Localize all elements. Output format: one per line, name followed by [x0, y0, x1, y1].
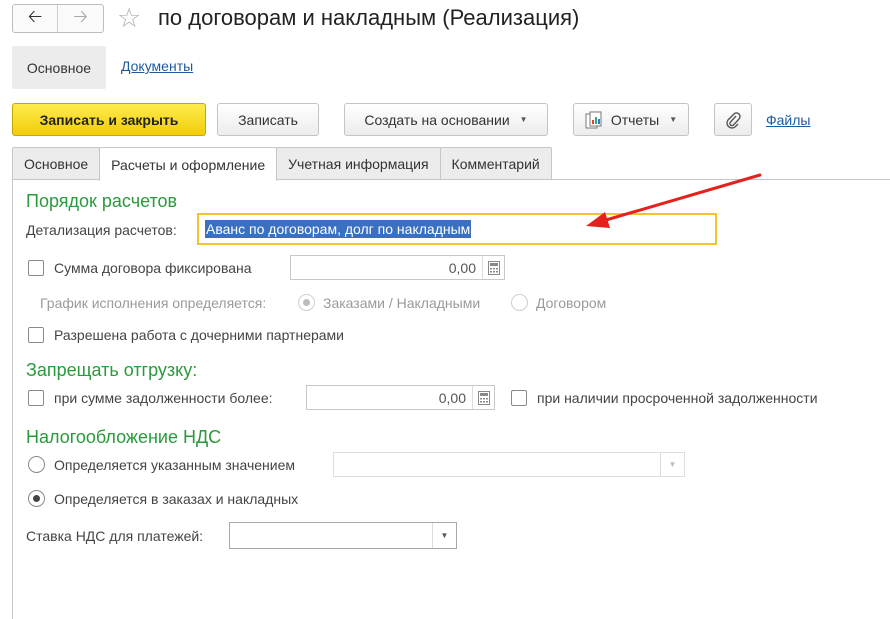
arrow-head — [586, 212, 610, 228]
arrow-line — [604, 173, 762, 222]
tab-settlements[interactable]: Расчеты и оформление — [99, 147, 278, 181]
annotation-arrow — [586, 173, 762, 228]
